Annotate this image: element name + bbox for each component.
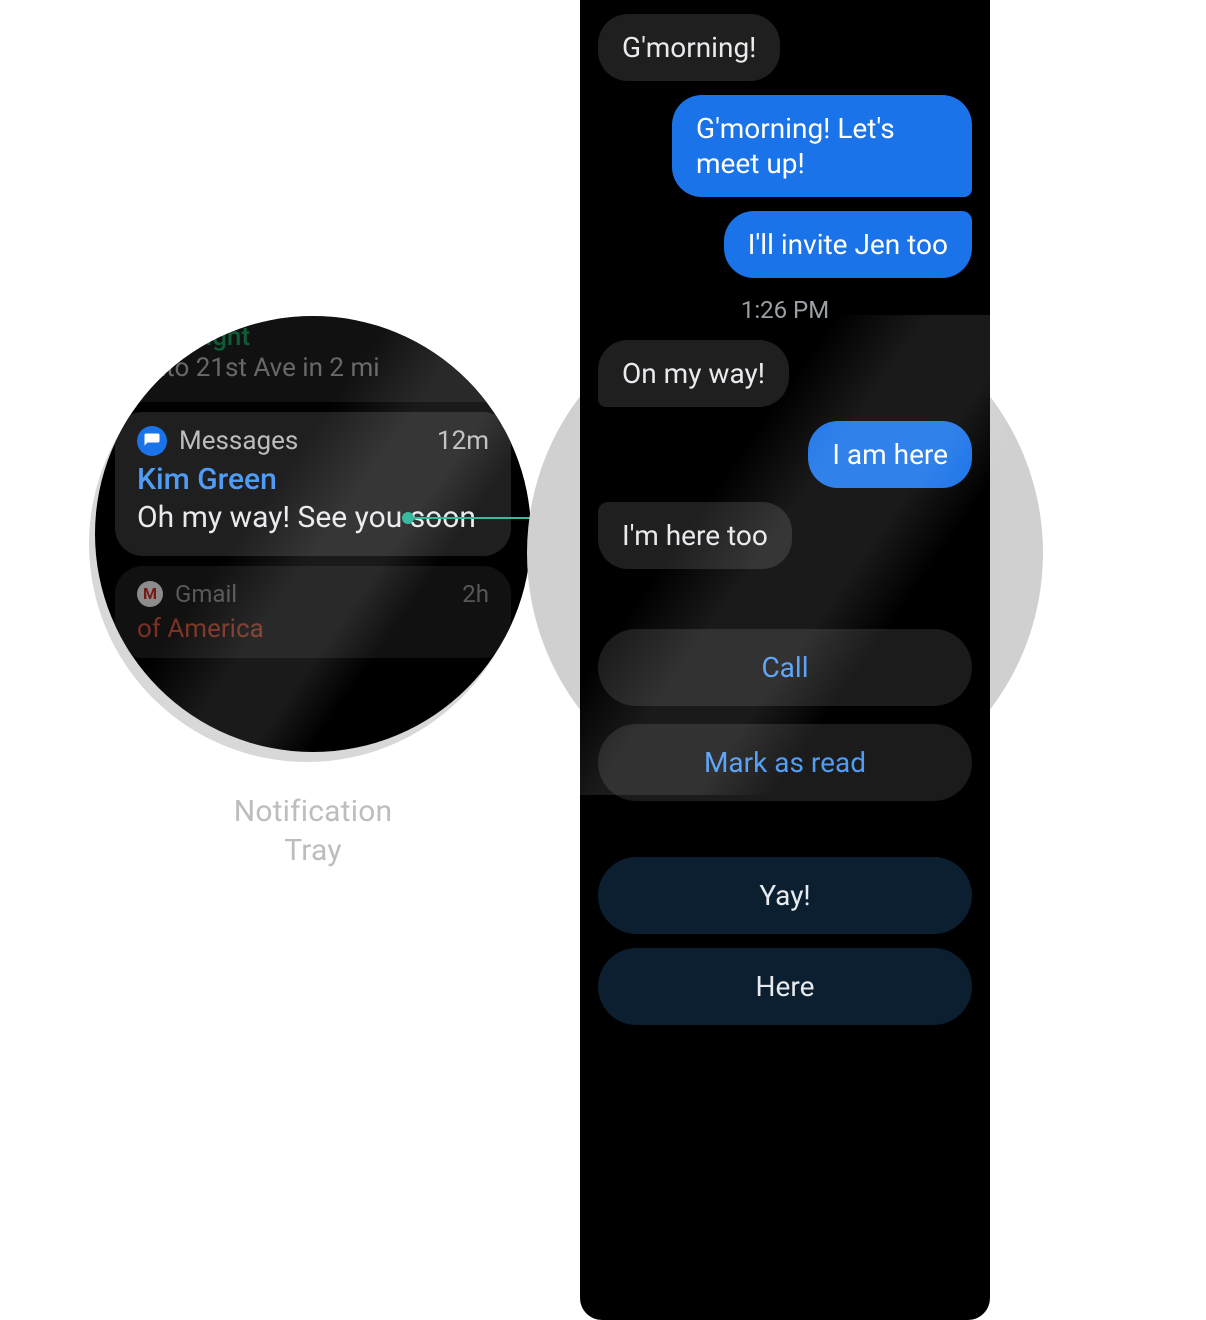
- smart-reply-chip[interactable]: Here: [598, 948, 972, 1025]
- tray-item-messages[interactable]: Messages 12m Kim Green Oh my way! See yo…: [115, 412, 511, 555]
- conversation-panel: G'morning! G'morning! Let's meet up! I'l…: [563, 0, 1007, 1320]
- message-bubble-in[interactable]: I'm here too: [598, 502, 792, 569]
- message-bubble-in[interactable]: G'morning!: [598, 14, 780, 81]
- tray-list[interactable]: Turn right onto 21st Ave in 2 mi Message…: [95, 316, 531, 752]
- messages-app-icon: [137, 426, 167, 456]
- message-bubble-out[interactable]: I'll invite Jen too: [724, 211, 972, 278]
- call-button[interactable]: Call: [598, 629, 972, 706]
- tray-app-name: Gmail: [175, 580, 237, 608]
- message-bubble-out[interactable]: I am here: [808, 421, 972, 488]
- tray-item-navigation[interactable]: Turn right onto 21st Ave in 2 mi: [115, 316, 511, 402]
- caption-line: Notification: [95, 792, 531, 831]
- timestamp: 1:26 PM: [741, 296, 829, 324]
- tray-sender: Kim Green: [137, 462, 489, 497]
- tray-item-header: Messages 12m: [137, 426, 489, 456]
- message-bubble-out[interactable]: G'morning! Let's meet up!: [672, 95, 972, 197]
- message-bubble-in[interactable]: On my way!: [598, 340, 789, 407]
- caption: Notification Tray: [95, 792, 531, 870]
- tray-app-name: Messages: [179, 426, 298, 456]
- watch-face-tray: Turn right onto 21st Ave in 2 mi Message…: [95, 316, 531, 752]
- caption-line: Tray: [95, 831, 531, 870]
- tray-subject: of America: [137, 614, 489, 644]
- tray-time: 2h: [462, 580, 489, 608]
- tray-time: 12m: [437, 426, 489, 456]
- smart-reply-chip[interactable]: Yay!: [598, 857, 972, 934]
- mark-as-read-button[interactable]: Mark as read: [598, 724, 972, 801]
- gmail-app-icon: M: [137, 581, 163, 607]
- conversation-scroll[interactable]: G'morning! G'morning! Let's meet up! I'l…: [580, 0, 990, 1320]
- nav-detail: onto 21st Ave in 2 mi: [137, 353, 489, 384]
- tray-item-gmail[interactable]: M Gmail 2h of America: [115, 566, 511, 658]
- nav-direction: Turn right: [137, 322, 489, 353]
